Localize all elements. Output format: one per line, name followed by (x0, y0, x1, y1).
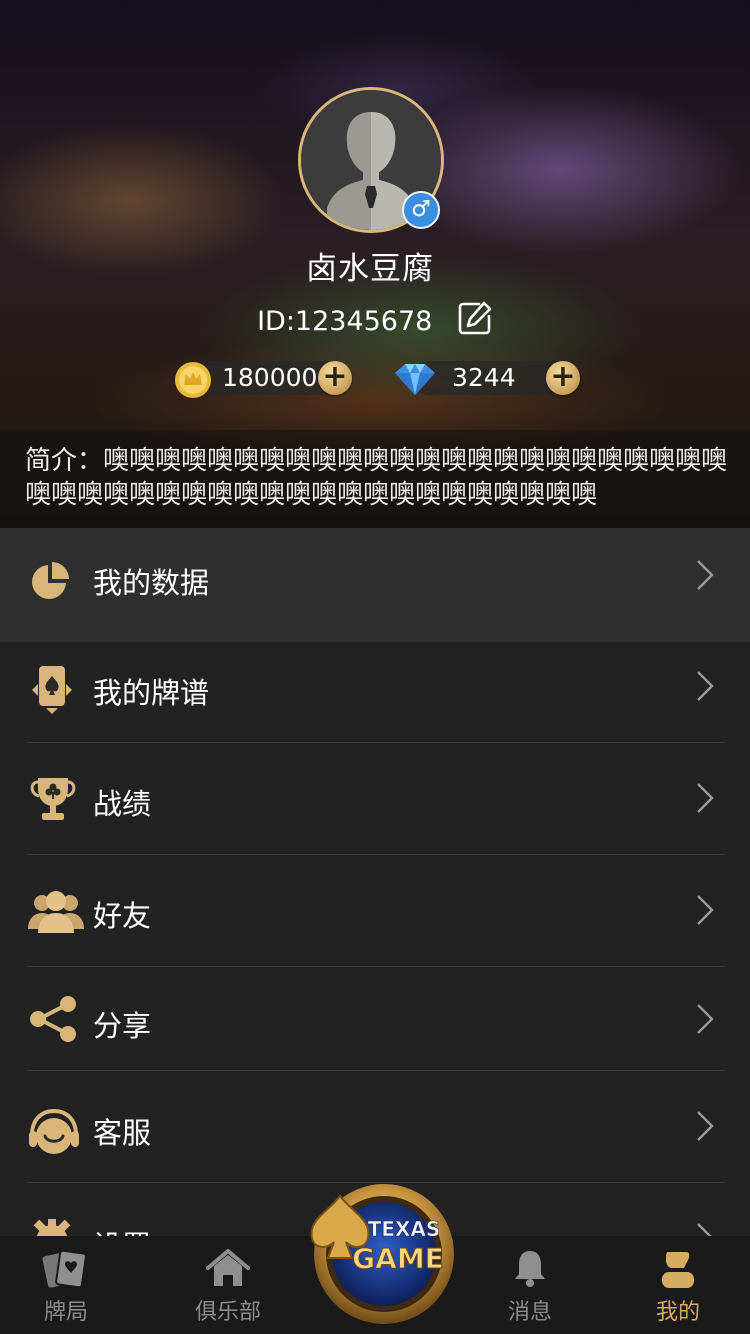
nav-tab-messages[interactable]: 消息 (470, 1236, 590, 1334)
texas-game-logo-button[interactable]: TEXAS GAME (306, 1180, 456, 1326)
card-icon (32, 666, 72, 714)
friends-icon (28, 891, 84, 933)
nav-tab-club[interactable]: 俱乐部 (168, 1236, 288, 1334)
logo-text-bottom: GAME (352, 1242, 444, 1275)
nav-label: 我的 (655, 1300, 700, 1325)
share-icon (30, 996, 76, 1042)
diamond-value: 3244 (452, 363, 516, 392)
bell-icon (515, 1251, 545, 1287)
menu-label: 客服 (93, 1116, 152, 1150)
add-diamonds-button[interactable]: + (546, 361, 580, 395)
menu-label: 我的数据 (93, 566, 210, 600)
trophy-icon (30, 778, 76, 820)
pie-chart-icon (32, 562, 69, 599)
menu-label: 战绩 (93, 787, 152, 821)
add-coins-button[interactable]: + (318, 361, 352, 395)
diamond-icon (395, 364, 435, 395)
menu-item-records[interactable]: 战绩 (0, 743, 750, 854)
bio-section: 简介：噢噢噢噢噢噢噢噢噢噢噢噢噢噢噢噢噢噢噢噢噢噢噢噢噢噢噢噢噢噢噢噢噢噢噢噢噢… (0, 430, 750, 528)
menu-item-share[interactable]: 分享 (0, 967, 750, 1070)
logo-text-top: TEXAS (368, 1217, 441, 1241)
bio-text: 简介：噢噢噢噢噢噢噢噢噢噢噢噢噢噢噢噢噢噢噢噢噢噢噢噢噢噢噢噢噢噢噢噢噢噢噢噢噢… (25, 446, 728, 510)
menu-item-my-data[interactable]: 我的数据 (0, 528, 750, 642)
nav-tab-me[interactable]: 我的 (618, 1236, 738, 1334)
nav-label: 俱乐部 (194, 1300, 261, 1325)
menu-item-support[interactable]: 客服 (0, 1071, 750, 1182)
menu-label: 分享 (93, 1009, 152, 1043)
home-icon (206, 1249, 250, 1286)
nickname: 卤水豆腐 (306, 251, 434, 287)
user-icon (662, 1252, 694, 1288)
chevron-right-icon (697, 671, 714, 701)
nav-label: 消息 (507, 1300, 552, 1325)
headset-icon (29, 1109, 79, 1154)
id-row: ID:12345678 (0, 300, 750, 343)
menu-label: 好友 (93, 899, 152, 933)
profile-header: ♂ 卤水豆腐 ID:12345678 180000 + 3244 + 简介：噢噢… (0, 0, 750, 528)
edit-icon[interactable] (457, 300, 493, 343)
menu-label: 设置 (93, 1223, 151, 1236)
male-icon: ♂ (402, 191, 440, 229)
nav-tab-games[interactable]: 牌局 (6, 1236, 126, 1334)
gear-icon (33, 1219, 71, 1236)
menu-label: 我的牌谱 (93, 676, 210, 710)
chevron-right-icon (697, 560, 714, 590)
chevron-right-icon (697, 1223, 712, 1236)
chevron-right-icon (697, 895, 714, 925)
menu-item-hand-history[interactable]: 我的牌谱 (0, 642, 750, 743)
nav-label: 牌局 (43, 1300, 88, 1325)
gold-coin-icon (175, 362, 211, 398)
coin-value: 180000 (222, 363, 318, 392)
user-id: ID:12345678 (257, 306, 433, 337)
cards-icon (42, 1249, 87, 1289)
chevron-right-icon (697, 1111, 714, 1141)
chevron-right-icon (697, 783, 714, 813)
menu-item-friends[interactable]: 好友 (0, 855, 750, 966)
chevron-right-icon (697, 1004, 714, 1034)
